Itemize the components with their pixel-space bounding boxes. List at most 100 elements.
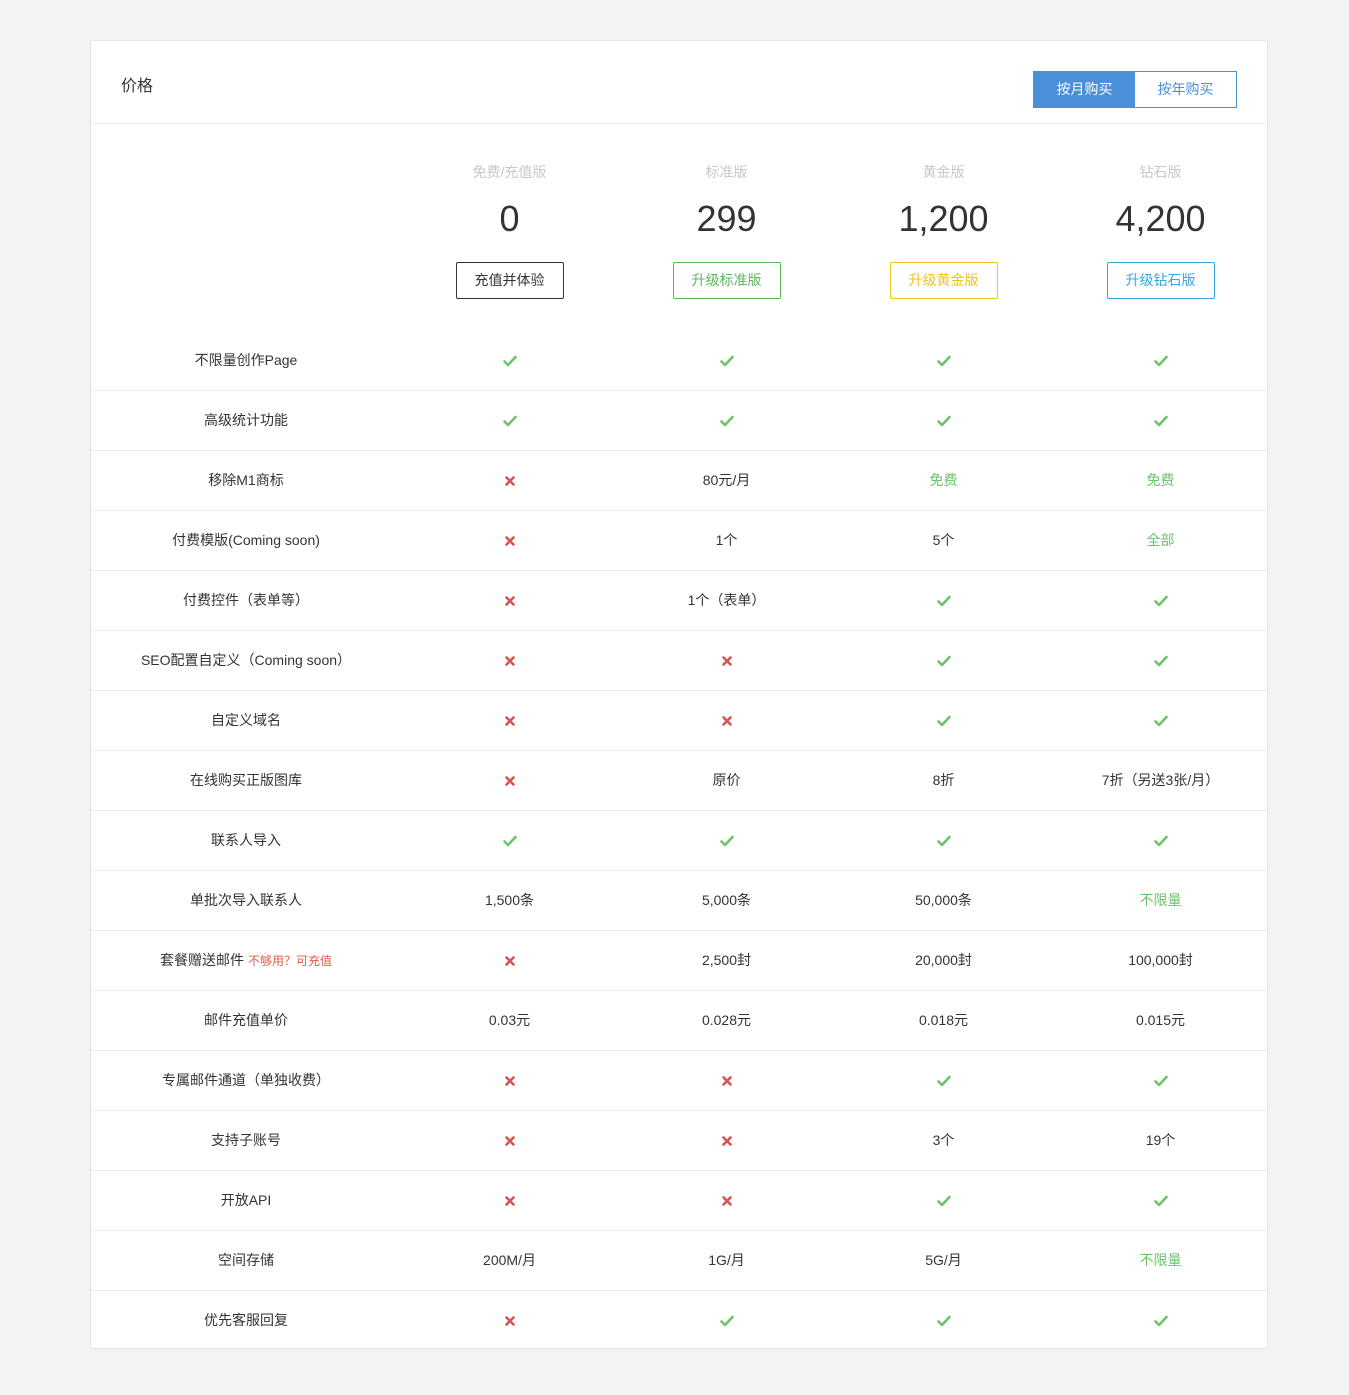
feature-label-cell: 高级统计功能: [91, 391, 401, 450]
feature-cell-value: 免费: [1146, 472, 1175, 488]
feature-label: 空间存储: [218, 1252, 274, 1268]
monthly-purchase-button[interactable]: 按月购买: [1034, 72, 1135, 107]
plan-name: 免费/充值版: [472, 164, 547, 180]
cross-icon: [721, 716, 732, 727]
feature-label-cell: 不限量创作Page: [91, 331, 401, 390]
feature-cell-value: 5个: [932, 532, 955, 548]
feature-cell-included: [1052, 691, 1269, 750]
feature-cell-excluded: [618, 1171, 835, 1230]
feature-cell-included: [1052, 571, 1269, 630]
upgrade-gold-button[interactable]: 升级黄金版: [889, 262, 998, 299]
cross-icon: [721, 1136, 732, 1147]
feature-cell-value: 19个: [1145, 1132, 1176, 1148]
feature-row: SEO配置自定义（Coming soon）: [91, 631, 1267, 691]
check-icon: [1153, 415, 1168, 427]
feature-cell-value: 5,000条: [701, 892, 752, 908]
feature-cell-excluded: [401, 751, 618, 810]
feature-label: 移除M1商标: [208, 472, 284, 488]
feature-row: 套餐赠送邮件 不够用？可充值 2,500封 20,000封 100,000封: [91, 931, 1267, 991]
feature-row: 专属邮件通道（单独收费）: [91, 1051, 1267, 1111]
feature-label: SEO配置自定义（Coming soon）: [140, 652, 352, 668]
feature-cell-value: 全部: [1146, 532, 1175, 548]
feature-cell-value: 20,000封: [915, 952, 972, 968]
feature-label: 付费模版(Coming soon): [172, 532, 320, 548]
cross-icon: [504, 1136, 515, 1147]
feature-row: 高级统计功能: [91, 391, 1267, 451]
feature-label: 自定义域名: [211, 712, 281, 728]
check-icon: [502, 355, 517, 367]
cross-icon: [504, 476, 515, 487]
feature-row: 开放API: [91, 1171, 1267, 1231]
cross-icon: [721, 656, 732, 667]
feature-label: 支持子账号: [211, 1132, 281, 1148]
check-icon: [936, 655, 951, 667]
upgrade-free-button[interactable]: 充值并体验: [455, 262, 564, 299]
check-icon: [1153, 1315, 1168, 1327]
billing-period-toggle: 按月购买 按年购买: [1033, 71, 1237, 108]
feature-cell-included: [835, 811, 1052, 870]
feature-row: 在线购买正版图库 原价 8折 7折（另送3张/月）: [91, 751, 1267, 811]
feature-cell-included: [401, 391, 618, 450]
check-icon: [936, 715, 951, 727]
check-icon: [502, 415, 517, 427]
feature-cell-value: 80元/月: [702, 472, 751, 488]
feature-label-cell: 在线购买正版图库: [91, 751, 401, 810]
feature-cell-included: [401, 331, 618, 390]
pricing-card: 价格 按月购买 按年购买 免费/充值版 0 充值并体验 标准版 299 升级标准版 黄金版 1…: [90, 40, 1268, 1349]
plan-price: 0: [499, 198, 520, 239]
cross-icon: [721, 1196, 732, 1207]
feature-label-cell: 开放API: [91, 1171, 401, 1230]
feature-cell-value: 0.03元: [488, 1012, 531, 1028]
feature-cell-excluded: [401, 1171, 618, 1230]
feature-cell-value: 1,500条: [484, 892, 535, 908]
feature-label-cell: 空间存储: [91, 1231, 401, 1290]
feature-label: 在线购买正版图库: [190, 772, 302, 788]
feature-cell-value: 5G/月: [925, 1252, 962, 1268]
plan-name: 标准版: [705, 164, 748, 180]
feature-row: 移除M1商标 80元/月 免费 免费: [91, 451, 1267, 511]
feature-label-cell: SEO配置自定义（Coming soon）: [91, 631, 401, 690]
feature-cell-value: 0.018元: [918, 1012, 969, 1028]
feature-cell-included: [1052, 1291, 1269, 1350]
feature-cell-excluded: [401, 1291, 618, 1350]
feature-row: 空间存储 200M/月 1G/月 5G/月 不限量: [91, 1231, 1267, 1291]
check-icon: [936, 1075, 951, 1087]
upgrade-standard-button[interactable]: 升级标准版: [672, 262, 781, 299]
feature-cell-value: 100,000封: [1128, 952, 1193, 968]
feature-cell-value: 0.015元: [1135, 1012, 1186, 1028]
feature-cell-excluded: [401, 511, 618, 570]
feature-row: 不限量创作Page: [91, 331, 1267, 391]
feature-label-cell: 联系人导入: [91, 811, 401, 870]
feature-cell-included: [835, 331, 1052, 390]
feature-cell-excluded: [618, 631, 835, 690]
feature-cell-excluded: [401, 1051, 618, 1110]
recharge-link[interactable]: 不够用？可充值: [248, 954, 332, 968]
check-icon: [1153, 595, 1168, 607]
yearly-purchase-button[interactable]: 按年购买: [1135, 72, 1236, 107]
cross-icon: [504, 536, 515, 547]
feature-cell-included: [618, 1291, 835, 1350]
check-icon: [719, 415, 734, 427]
cross-icon: [504, 1316, 515, 1327]
feature-cell-included: [1052, 391, 1269, 450]
feature-cell-included: [618, 391, 835, 450]
feature-label-cell: 移除M1商标: [91, 451, 401, 510]
feature-cell-value: 原价: [712, 772, 741, 788]
plan-price: 299: [696, 198, 757, 239]
feature-row: 单批次导入联系人 1,500条 5,000条 50,000条 不限量: [91, 871, 1267, 931]
upgrade-diamond-button[interactable]: 升级钻石版: [1106, 262, 1215, 299]
feature-cell-value: 不限量: [1139, 892, 1182, 908]
feature-row: 优先客服回复: [91, 1291, 1267, 1351]
feature-cell-included: [835, 691, 1052, 750]
cross-icon: [504, 656, 515, 667]
feature-label: 联系人导入: [211, 832, 281, 848]
feature-label-cell: 专属邮件通道（单独收费）: [91, 1051, 401, 1110]
feature-cell-value: 1个: [715, 532, 738, 548]
plans-header: 免费/充值版 0 充值并体验 标准版 299 升级标准版 黄金版 1,200 升级黄金版 钻石版 4…: [91, 124, 1267, 331]
feature-row: 邮件充值单价 0.03元 0.028元 0.018元 0.015元: [91, 991, 1267, 1051]
check-icon: [1153, 715, 1168, 727]
feature-cell-included: [1052, 811, 1269, 870]
feature-cell-included: [401, 811, 618, 870]
feature-cell-value: 不限量: [1139, 1252, 1182, 1268]
feature-cell-included: [835, 631, 1052, 690]
